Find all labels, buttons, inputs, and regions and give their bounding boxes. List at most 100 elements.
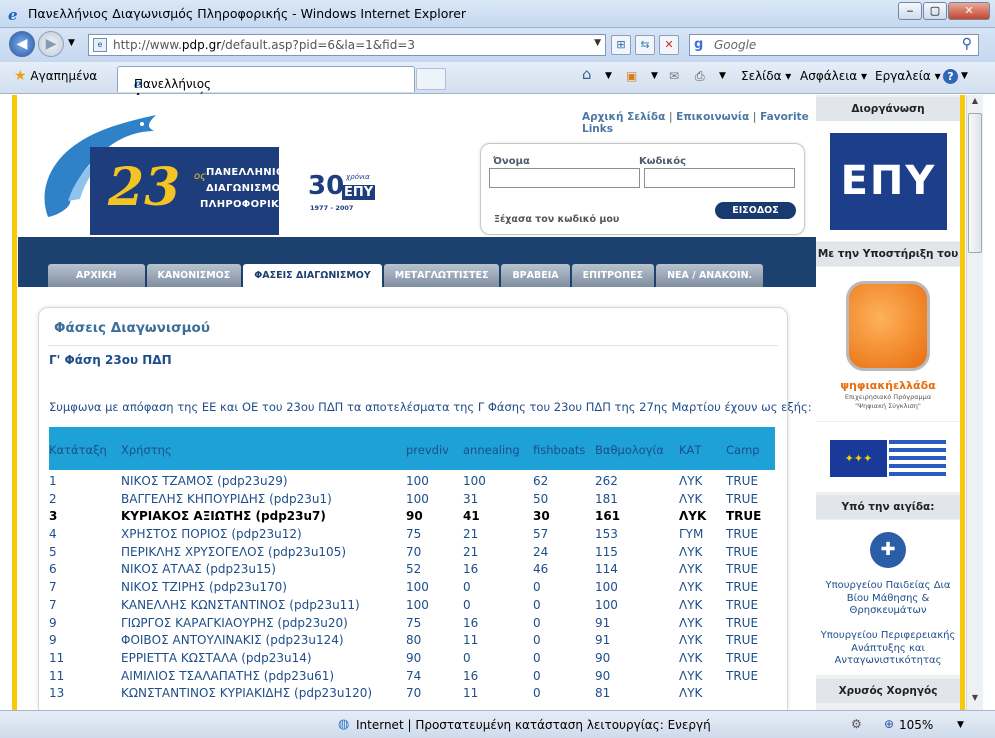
home-link[interactable]: Αρχική Σελίδα <box>582 111 665 123</box>
page-menu[interactable]: Σελίδα ▾ <box>741 69 791 83</box>
cell-annealing: 11 <box>463 686 479 701</box>
anniv-number: 30 <box>308 171 345 201</box>
back-button[interactable]: ◀ <box>9 31 35 57</box>
address-input[interactable]: e http://www.pdp.gr/default.asp?pid=6&la… <box>88 34 606 56</box>
zoom-dropdown-icon[interactable]: ▼ <box>957 720 964 730</box>
cell-fishboats: 0 <box>533 615 541 630</box>
cell-prevdiv: 75 <box>406 615 422 630</box>
cell-category: ΓΥΜ <box>679 527 704 542</box>
cell-score: 91 <box>595 633 611 648</box>
cell-score: 153 <box>595 527 618 542</box>
search-icon[interactable]: ⚲ <box>962 36 972 52</box>
nav-news[interactable]: ΝΕΑ / ΑΝΑΚΟΙΝ. <box>656 264 764 287</box>
print-dropdown-icon[interactable]: ▼ <box>719 71 726 81</box>
cell-camp: TRUE <box>726 527 759 542</box>
refresh-icon[interactable]: ⇆ <box>635 35 655 55</box>
password-input[interactable] <box>644 168 795 188</box>
cell-rank: 11 <box>49 668 65 683</box>
nav-compilers[interactable]: ΜΕΤΑΓΛΩΤΤΙΣΤΕΣ <box>383 264 500 287</box>
scrollbar-thumb[interactable] <box>968 113 982 253</box>
table-row: 11 ΑΙΜΙΛΙΟΣ ΤΣΑΛΑΠΑΤΗΣ (pdp23u61) 74 16 0 90 Λ… <box>49 668 775 686</box>
history-dropdown-icon[interactable]: ▼ <box>68 38 75 48</box>
content-title: Φάσεις Διαγωνισμού <box>54 320 210 336</box>
maximize-button[interactable]: ▢ <box>923 2 947 20</box>
contact-link[interactable]: Επικοινωνία <box>676 111 749 123</box>
username-label: Όνομα <box>493 156 530 167</box>
login-box: Όνομα Κωδικός Ξέχασα τον κωδικό μου ΕΙΣΟ… <box>480 143 805 235</box>
stop-icon[interactable]: ✕ <box>659 35 679 55</box>
cell-camp: TRUE <box>726 615 759 630</box>
close-button[interactable]: ✕ <box>948 2 990 20</box>
address-dropdown-icon[interactable]: ▼ <box>594 38 601 48</box>
cell-camp: TRUE <box>726 668 759 683</box>
cell-fishboats: 0 <box>533 668 541 683</box>
forgot-password-link[interactable]: Ξέχασα τον κωδικό μου <box>494 214 619 225</box>
nav-phases[interactable]: ΦΑΣΕΙΣ ΔΙΑΓΩΝΙΣΜΟΥ <box>243 264 382 287</box>
feeds-dropdown-icon[interactable]: ▼ <box>651 71 658 81</box>
cell-score: 181 <box>595 491 618 506</box>
favorites-button[interactable]: ★ Αγαπημένα <box>14 68 97 84</box>
epy-logo[interactable]: ΕΠΥ <box>830 133 947 230</box>
new-tab-button[interactable] <box>416 68 446 90</box>
cell-fishboats: 0 <box>533 686 541 701</box>
col-user: Χρήστης <box>121 443 172 457</box>
nav-committees[interactable]: ΕΠΙΤΡΟΠΕΣ <box>571 264 655 287</box>
contest-logo[interactable]: 23 ος ΠΑΝΕΛΛΗΝΙΟΣ ΔΙΑΓΩΝΙΣΜΟΣ ΠΛΗΡΟΦΟΡΙΚ… <box>28 111 295 235</box>
feeds-icon[interactable]: ▣ <box>626 69 637 83</box>
mail-icon[interactable]: ✉ <box>669 69 679 83</box>
zoom-icon[interactable]: ⊕ <box>884 717 894 731</box>
help-icon[interactable]: ? <box>943 69 958 84</box>
cell-prevdiv: 74 <box>406 668 422 683</box>
tools-menu[interactable]: Εργαλεία ▾ <box>875 69 941 83</box>
logo-line3: ΠΛΗΡΟΦΟΡΙΚΗΣ <box>200 199 295 210</box>
cell-score: 161 <box>595 509 621 524</box>
right-accent-bar <box>960 95 965 710</box>
cell-rank: 5 <box>49 544 57 559</box>
main-content: Φάσεις Διαγωνισμού Γ' Φάση 23ου ΠΔΠ Συμφ… <box>18 287 816 717</box>
table-row: 1 ΝΙΚΟΣ ΤΖΑΜΟΣ (pdp23u29) 100 100 62 262 ΛΥΚ TR… <box>49 473 775 491</box>
table-row: 4 ΧΡΗΣΤΟΣ ΠΟΡΙΟΣ (pdp23u12) 75 21 57 153 ΓΥΜ TR… <box>49 526 775 544</box>
cell-camp: TRUE <box>726 597 759 612</box>
cell-rank: 9 <box>49 615 57 630</box>
username-input[interactable] <box>489 168 640 188</box>
cell-annealing: 41 <box>463 509 480 524</box>
cell-annealing: 0 <box>463 597 471 612</box>
search-input[interactable]: g Google ⚲ <box>689 34 979 56</box>
print-icon[interactable]: ⎙ <box>695 69 705 84</box>
digital-greece-logo[interactable] <box>846 281 930 371</box>
home-icon[interactable]: ⌂ <box>582 65 592 83</box>
security-icon[interactable]: ⚙ <box>851 717 862 731</box>
table-row: 9 ΓΙΩΡΓΟΣ ΚΑΡΑΓΚΙΑΟΥΡΗΣ (pdp23u20) 75 16 0 91… <box>49 615 775 633</box>
forward-button[interactable]: ▶ <box>38 31 64 57</box>
logo-line1: ΠΑΝΕΛΛΗΝΙΟΣ <box>206 167 292 178</box>
cell-score: 262 <box>595 474 618 488</box>
help-dropdown-icon[interactable]: ▼ <box>961 71 968 81</box>
cell-score: 100 <box>595 580 618 595</box>
cell-prevdiv: 100 <box>406 580 429 595</box>
vertical-scrollbar[interactable]: ▲ ▼ <box>966 95 983 710</box>
nav-rules[interactable]: ΚΑΝΟΝΙΣΜΟΣ <box>146 264 242 287</box>
cell-rank: 4 <box>49 527 57 542</box>
cell-category: ΛΥΚ <box>679 633 703 648</box>
minimize-button[interactable]: ‒ <box>898 2 922 20</box>
table-row: 7 ΝΙΚΟΣ ΤΖΙΡΗΣ (pdp23u170) 100 0 0 100 ΛΥΚ TRUE <box>49 579 775 597</box>
favorites-label: Αγαπημένα <box>30 69 98 83</box>
logo-number: 23 <box>108 157 181 218</box>
browser-tab[interactable]: e Πανελλήνιος Διαγωνισμός Πληροφορικής <box>117 66 415 119</box>
scroll-down-icon[interactable]: ▼ <box>968 693 982 709</box>
cell-fishboats: 0 <box>533 633 541 648</box>
cell-fishboats: 62 <box>533 474 549 488</box>
ministry-education-link[interactable]: Υπουργείου Παιδείας Δια Βίου Μάθησης & Θ… <box>816 580 960 618</box>
cell-prevdiv: 52 <box>406 562 422 577</box>
cell-camp: TRUE <box>726 633 759 648</box>
safety-menu[interactable]: Ασφάλεια ▾ <box>800 69 867 83</box>
zoom-level[interactable]: 105% <box>899 718 933 732</box>
scroll-up-icon[interactable]: ▲ <box>968 96 982 112</box>
cell-fishboats: 57 <box>533 527 549 542</box>
compatibility-icon[interactable]: ⊞ <box>611 35 631 55</box>
home-dropdown-icon[interactable]: ▼ <box>605 71 612 81</box>
login-button[interactable]: ΕΙΣΟΔΟΣ <box>715 202 796 219</box>
nav-awards[interactable]: ΒΡΑΒΕΙΑ <box>501 264 570 287</box>
ministry-development-link[interactable]: Υπουργείου Περιφερειακής Ανάπτυξης και Α… <box>816 630 960 668</box>
nav-home[interactable]: ΑΡΧΙΚΗ <box>48 264 145 287</box>
